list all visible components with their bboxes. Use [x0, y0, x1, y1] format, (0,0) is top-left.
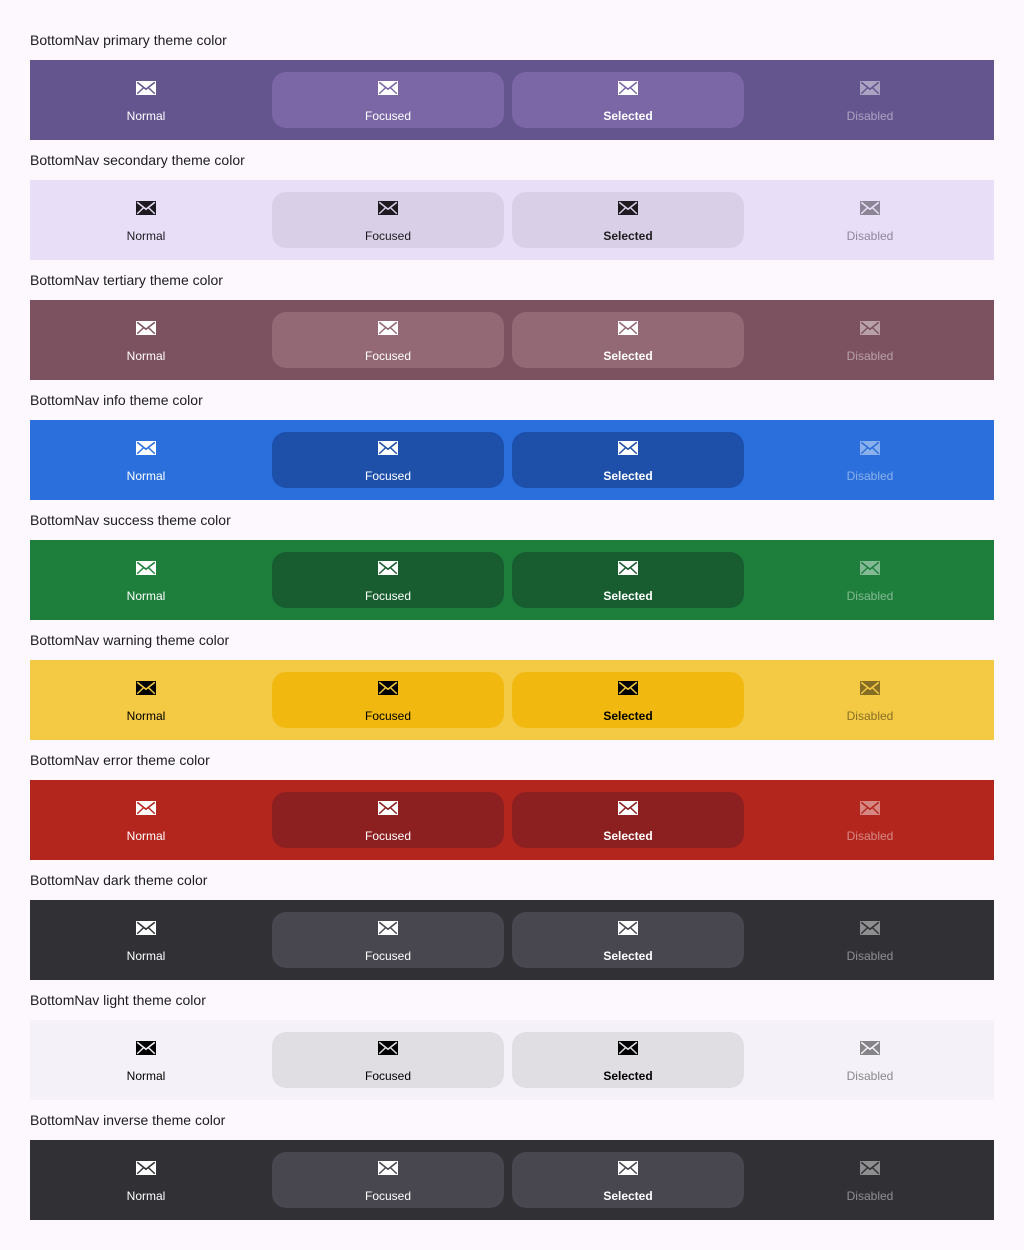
section-warning: BottomNav warning theme color Normal Focus…	[30, 600, 994, 740]
mail-icon	[617, 440, 639, 456]
nav-item-focused[interactable]: Focused	[272, 1152, 504, 1208]
mail-icon	[617, 80, 639, 96]
nav-item-label: Disabled	[846, 1189, 894, 1203]
mail-icon	[377, 800, 399, 816]
section-success: BottomNav success theme color Normal Focus…	[30, 480, 994, 620]
section-secondary: BottomNav secondary theme color Normal Foc…	[30, 120, 994, 260]
section-caption: BottomNav info theme color	[30, 392, 203, 408]
mail-icon	[859, 1040, 881, 1056]
mail-icon	[377, 1160, 399, 1176]
nav-item-label: Normal	[126, 1189, 166, 1203]
mail-icon	[859, 80, 881, 96]
section-info: BottomNav info theme color Normal Focused S…	[30, 360, 994, 500]
section-tertiary: BottomNav tertiary theme color Normal Focu…	[30, 240, 994, 380]
mail-icon	[617, 800, 639, 816]
mail-icon	[135, 920, 157, 936]
section-caption: BottomNav light theme color	[30, 992, 206, 1008]
section-primary: BottomNav primary theme color Normal Focus…	[30, 0, 994, 140]
section-error: BottomNav error theme color Normal Focused…	[30, 720, 994, 860]
mail-icon	[135, 800, 157, 816]
mail-icon	[859, 320, 881, 336]
nav-item-disabled: Disabled	[754, 1152, 986, 1208]
mail-icon	[135, 1040, 157, 1056]
mail-icon	[135, 200, 157, 216]
mail-icon	[617, 320, 639, 336]
mail-icon	[135, 440, 157, 456]
mail-icon	[859, 440, 881, 456]
mail-icon	[135, 320, 157, 336]
mail-icon	[377, 440, 399, 456]
section-caption: BottomNav success theme color	[30, 512, 231, 528]
mail-icon	[859, 200, 881, 216]
nav-item-selected[interactable]: Selected	[512, 1152, 744, 1208]
mail-icon	[617, 1160, 639, 1176]
mail-icon	[859, 920, 881, 936]
mail-icon	[377, 320, 399, 336]
bottom-nav-inverse: Normal Focused Selected Disabled	[30, 1140, 994, 1220]
section-caption: BottomNav inverse theme color	[30, 1112, 226, 1128]
mail-icon	[377, 1040, 399, 1056]
mail-icon	[859, 560, 881, 576]
mail-icon	[135, 80, 157, 96]
nav-item-label: Selected	[603, 1189, 653, 1203]
mail-icon	[617, 1040, 639, 1056]
mail-icon	[617, 560, 639, 576]
bottomnav-demo-page: BottomNav primary theme color Normal Focus…	[0, 0, 1024, 1250]
mail-icon	[859, 1160, 881, 1176]
mail-icon	[617, 200, 639, 216]
mail-icon	[377, 680, 399, 696]
mail-icon	[377, 560, 399, 576]
section-caption: BottomNav primary theme color	[30, 32, 227, 48]
mail-icon	[617, 920, 639, 936]
mail-icon	[135, 680, 157, 696]
section-inverse: BottomNav inverse theme color Normal Focus…	[30, 1080, 994, 1220]
nav-item-label: Focused	[364, 1189, 412, 1203]
mail-icon	[859, 800, 881, 816]
mail-icon	[135, 560, 157, 576]
mail-icon	[377, 920, 399, 936]
mail-icon	[859, 680, 881, 696]
section-caption: BottomNav error theme color	[30, 752, 210, 768]
section-caption: BottomNav tertiary theme color	[30, 272, 223, 288]
nav-item-normal[interactable]: Normal	[30, 1152, 262, 1208]
section-caption: BottomNav dark theme color	[30, 872, 208, 888]
section-caption: BottomNav warning theme color	[30, 632, 230, 648]
section-dark: BottomNav dark theme color Normal Focused S…	[30, 840, 994, 980]
mail-icon	[617, 680, 639, 696]
mail-icon	[377, 200, 399, 216]
section-caption: BottomNav secondary theme color	[30, 152, 245, 168]
mail-icon	[377, 80, 399, 96]
section-light: BottomNav light theme color Normal Focused…	[30, 960, 994, 1100]
mail-icon	[135, 1160, 157, 1176]
